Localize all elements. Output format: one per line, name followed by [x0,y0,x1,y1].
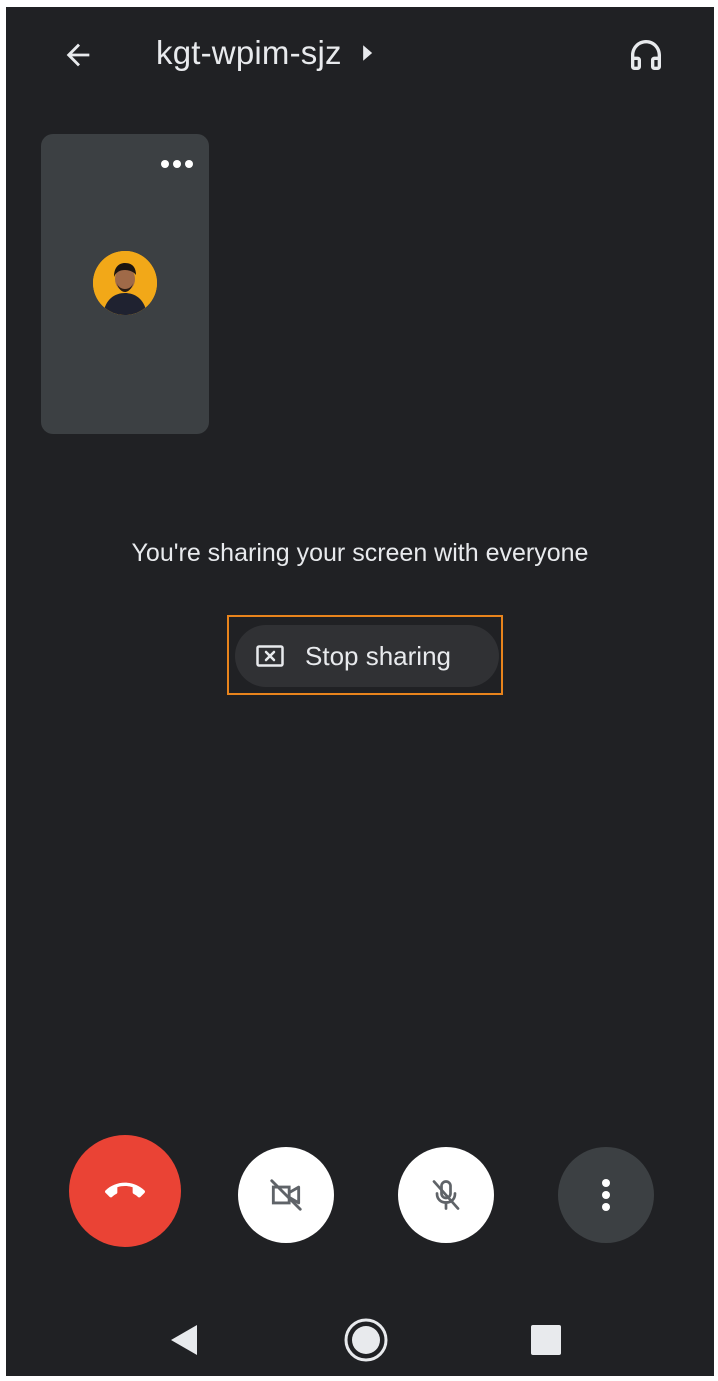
stop-sharing-label: Stop sharing [305,640,451,671]
camera-off-icon [270,1179,302,1211]
mic-off-icon [432,1180,460,1210]
mic-toggle-button[interactable] [398,1147,494,1243]
avatar [93,251,157,315]
arrow-left-icon [66,43,90,67]
meeting-code: kgt-wpim-sjz [156,34,342,71]
tile-more-button[interactable] [157,152,197,176]
headphones-icon [631,40,661,70]
top-bar: kgt-wpim-sjz [6,7,714,97]
sharing-status-message: You're sharing your screen with everyone [131,539,589,567]
hang-up-button[interactable] [69,1135,181,1247]
nav-back-triangle-icon [171,1325,197,1355]
stop-sharing-button[interactable]: Stop sharing [235,625,499,687]
caret-right-icon [360,44,374,62]
camera-toggle-button[interactable] [238,1147,334,1243]
meeting-code-title[interactable]: kgt-wpim-sjz [156,33,374,73]
more-horizontal-icon [161,160,193,168]
system-back-button[interactable] [154,1312,214,1368]
more-vertical-icon [602,1179,610,1211]
stop-share-icon [255,644,285,668]
self-view-tile[interactable] [41,134,209,434]
system-home-button[interactable] [336,1312,396,1368]
nav-home-circle-icon [344,1318,388,1362]
audio-output-button[interactable] [620,29,672,81]
more-options-button[interactable] [558,1147,654,1243]
meeting-screen: kgt-wpim-sjz You're sharing your screen … [6,7,714,1376]
back-button[interactable] [54,31,102,79]
phone-hangup-icon [105,1182,145,1198]
nav-recents-square-icon [531,1325,561,1355]
system-recents-button[interactable] [516,1312,576,1368]
